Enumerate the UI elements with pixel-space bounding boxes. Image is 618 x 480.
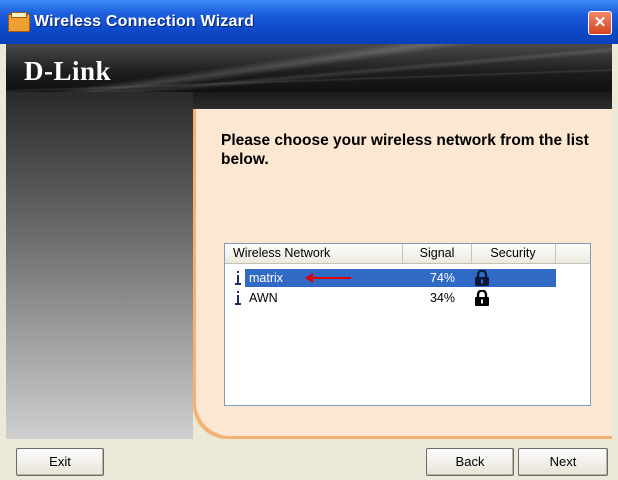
wireless-signal-icon — [235, 291, 241, 305]
red-arrow-annotation — [305, 273, 351, 283]
column-header-security[interactable]: Security — [471, 244, 556, 263]
lock-icon — [475, 270, 489, 286]
column-header-signal[interactable]: Signal — [403, 244, 472, 263]
network-signal: 74% — [429, 271, 455, 285]
network-name: matrix — [249, 271, 284, 285]
back-button[interactable]: Back — [426, 448, 514, 476]
brand-banner: D-Link — [6, 44, 612, 92]
column-header-wireless-network[interactable]: Wireless Network — [225, 244, 403, 263]
selection-highlight — [245, 269, 556, 287]
network-row-awn[interactable]: AWN 34% — [225, 289, 590, 307]
network-name: AWN — [249, 291, 278, 305]
left-decorative-panel — [6, 92, 193, 439]
list-header: Wireless Network Signal Security — [225, 244, 590, 264]
column-header-empty[interactable] — [555, 244, 590, 263]
wizard-app-icon — [8, 12, 30, 32]
wireless-network-list[interactable]: Wireless Network Signal Security matrix … — [224, 243, 591, 406]
window-title: Wireless Connection Wizard — [34, 13, 255, 30]
network-signal: 34% — [429, 291, 455, 305]
network-row-matrix[interactable]: matrix 74% — [225, 269, 590, 287]
wizard-window: Wireless Connection Wizard ✕ D-Link Plea… — [0, 0, 618, 480]
dlink-logo: D-Link — [24, 56, 112, 86]
lock-icon — [475, 290, 489, 306]
close-button[interactable]: ✕ — [588, 11, 612, 35]
next-button[interactable]: Next — [518, 448, 608, 476]
title-bar[interactable]: Wireless Connection Wizard ✕ — [0, 0, 618, 44]
instruction-text: Please choose your wireless network from… — [221, 132, 589, 168]
wireless-signal-icon — [235, 271, 241, 285]
content-top-shade — [193, 92, 612, 109]
exit-button[interactable]: Exit — [16, 448, 104, 476]
